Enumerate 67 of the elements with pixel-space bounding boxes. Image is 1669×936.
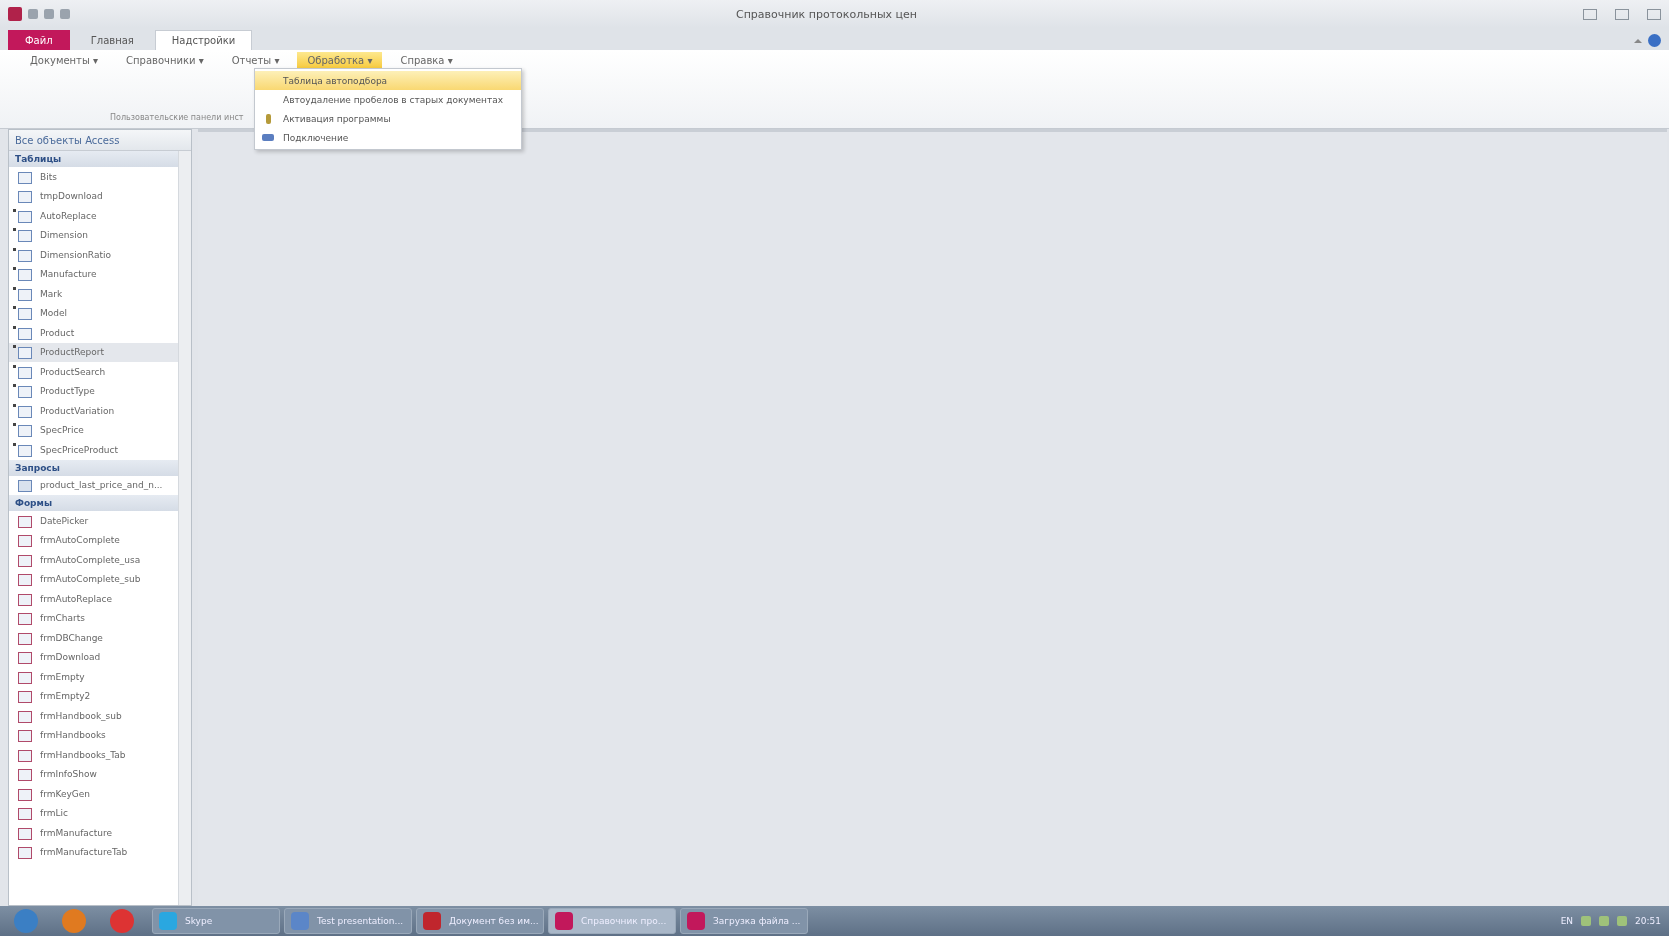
app-icon — [291, 912, 309, 930]
menu-button[interactable]: Отчеты ▾ — [221, 52, 290, 69]
nav-item[interactable]: ProductSearch — [9, 362, 178, 382]
key-icon — [265, 113, 271, 124]
menu-item[interactable]: Активация программы — [255, 109, 521, 128]
nav-item[interactable]: Bits — [9, 167, 178, 187]
nav-item[interactable]: Product — [9, 323, 178, 343]
app-icon — [687, 912, 705, 930]
file-tab[interactable]: Файл — [8, 30, 70, 50]
nav-item[interactable]: frmDBChange — [9, 628, 178, 648]
help-icon[interactable] — [1648, 34, 1661, 47]
menu-item[interactable]: Таблица автоподбора — [255, 71, 521, 90]
nav-item[interactable]: ProductType — [9, 381, 178, 401]
nav-item[interactable]: frmCharts — [9, 608, 178, 628]
group-header[interactable]: Таблицы — [9, 151, 178, 167]
ribbon-tab[interactable]: Надстройки — [154, 30, 253, 50]
menu-button[interactable]: Справка ▾ — [390, 52, 463, 69]
tray-icon[interactable] — [1581, 916, 1592, 926]
nav-item[interactable]: Model — [9, 303, 178, 323]
nav-item[interactable]: frmKeyGen — [9, 784, 178, 804]
menu-button[interactable]: Документы ▾ — [20, 52, 109, 69]
nav-item[interactable]: frmAutoComplete_sub — [9, 569, 178, 589]
scrollbar[interactable] — [178, 151, 191, 905]
collapse-icon[interactable] — [1634, 38, 1642, 43]
nav-item[interactable]: Dimension — [9, 225, 178, 245]
language-indicator[interactable]: EN — [1560, 916, 1574, 926]
menu-item[interactable]: Подключение — [255, 128, 521, 147]
group-header[interactable]: Запросы — [9, 459, 178, 476]
nav-item[interactable]: frmHandbooks_Tab — [9, 745, 178, 765]
start-button[interactable] — [14, 909, 38, 933]
tray-icon[interactable] — [1599, 916, 1610, 926]
nav-item[interactable]: Manufacture — [9, 264, 178, 284]
nav-item[interactable]: Mark — [9, 284, 178, 304]
nav-item[interactable]: ProductVariation — [9, 401, 178, 421]
nav-item[interactable]: frmLic — [9, 803, 178, 823]
clock[interactable]: 20:51 — [1635, 916, 1661, 926]
nav-item[interactable]: frmEmpty2 — [9, 686, 178, 706]
nav-item[interactable]: tmpDownload — [9, 186, 178, 206]
nav-item[interactable]: frmAutoReplace — [9, 589, 178, 609]
ribbon-tab[interactable]: Главная — [73, 30, 151, 50]
menu-item[interactable]: Автоудаление пробелов в старых документах — [255, 90, 521, 109]
nav-item[interactable]: frmAutoComplete_usa — [9, 550, 178, 570]
nav-item[interactable]: frmEmpty — [9, 667, 178, 687]
nav-item[interactable]: frmHandbook_sub — [9, 706, 178, 726]
nav-item[interactable]: ProductReport — [9, 342, 178, 362]
nav-item[interactable]: SpecPriceProduct — [9, 440, 178, 460]
nav-item[interactable]: frmManufactureTab — [9, 842, 178, 862]
group-header[interactable]: Формы — [9, 495, 178, 511]
nav-item[interactable]: frmAutoComplete — [9, 530, 178, 550]
nav-item[interactable]: frmDownload — [9, 647, 178, 667]
nav-item[interactable]: product_last_price_and_n... — [9, 475, 178, 495]
app-icon — [555, 912, 573, 930]
tray-icon[interactable] — [1617, 916, 1628, 926]
nav-item[interactable]: SpecPrice — [9, 420, 178, 440]
app-icon — [8, 7, 22, 21]
nav-item[interactable]: DimensionRatio — [9, 245, 178, 265]
nav-item[interactable]: AutoReplace — [9, 206, 178, 226]
window-title: Справочник протокольных цен — [734, 7, 919, 21]
menu-button[interactable]: Справочники ▾ — [116, 52, 214, 69]
nav-item[interactable]: frmHandbooks — [9, 725, 178, 745]
nav-item[interactable]: DatePicker — [9, 511, 178, 531]
nav-item[interactable]: frmManufacture — [9, 823, 178, 843]
nav-item[interactable]: frmInfoShow — [9, 764, 178, 784]
plug-icon — [262, 134, 274, 141]
app-icon — [159, 912, 177, 930]
group-label: Пользовательские панели инст — [110, 113, 244, 122]
app-icon — [423, 912, 441, 930]
